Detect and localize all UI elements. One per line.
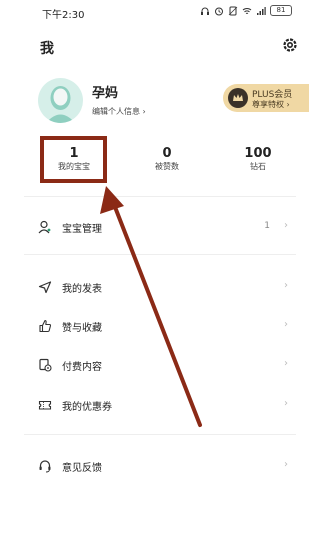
wifi-icon <box>242 7 252 14</box>
mute-icon <box>228 6 238 15</box>
baby-person-icon <box>38 220 51 234</box>
alarm-icon <box>215 7 223 15</box>
menu-label: 我的优惠券 <box>62 402 112 413</box>
stat-diamonds[interactable]: 100 钻石 <box>228 146 288 180</box>
settings-gear-icon[interactable] <box>281 36 299 54</box>
signal-icon <box>257 6 266 15</box>
annotation-highlight-box <box>40 136 107 183</box>
stat-value: 100 <box>244 146 272 161</box>
menu-item-coupons[interactable]: 我的优惠券 › <box>24 394 296 418</box>
paid-content-icon <box>39 358 52 372</box>
chevron-right-icon: › <box>284 459 288 470</box>
headset-icon <box>39 460 51 473</box>
baby-count: 1 <box>264 221 270 231</box>
menu-item-baby-manage[interactable]: 宝宝管理 1 › <box>24 216 296 240</box>
chevron-right-icon: › <box>284 398 288 409</box>
stat-likes-received[interactable]: 0 被赞数 <box>137 146 197 180</box>
status-icons: 81 <box>200 5 292 16</box>
menu-label: 意见反馈 <box>62 463 102 474</box>
page-title: 我 <box>40 41 54 57</box>
chevron-right-icon: › <box>284 358 288 369</box>
menu-item-paid-content[interactable]: 付费内容 › <box>24 354 296 378</box>
status-time: 下午2:30 <box>42 10 85 21</box>
coupon-icon <box>38 400 52 410</box>
chevron-right-icon: › <box>284 319 288 330</box>
menu-label: 赞与收藏 <box>62 323 102 334</box>
headphones-icon <box>201 7 209 15</box>
chevron-right-icon: › <box>284 220 288 231</box>
edit-profile-link[interactable]: 编辑个人信息 › <box>92 106 146 117</box>
battery-icon: 81 <box>270 5 292 16</box>
menu-item-my-posts[interactable]: 我的发表 › <box>24 276 296 300</box>
thumbs-up-icon <box>39 319 52 333</box>
menu-label: 宝宝管理 <box>62 224 102 235</box>
send-icon <box>38 281 52 294</box>
menu-item-feedback[interactable]: 意见反馈 › <box>24 455 296 479</box>
status-bar: 下午2:30 81 <box>0 0 320 22</box>
menu-label: 付费内容 <box>62 362 102 373</box>
stat-label: 被赞数 <box>155 162 179 171</box>
divider <box>24 196 296 197</box>
plus-member-subtitle: 尊享特权 › <box>252 100 290 109</box>
crown-icon <box>228 88 248 108</box>
avatar-icon <box>46 86 75 123</box>
stat-label: 钻石 <box>250 162 266 171</box>
stat-value: 0 <box>162 146 172 161</box>
chevron-right-icon: › <box>284 280 288 291</box>
divider <box>24 254 296 255</box>
avatar[interactable] <box>38 78 83 123</box>
username: 孕妈 <box>92 86 119 101</box>
divider <box>24 434 296 435</box>
menu-item-likes-favorites[interactable]: 赞与收藏 › <box>24 315 296 339</box>
menu-label: 我的发表 <box>62 284 102 295</box>
